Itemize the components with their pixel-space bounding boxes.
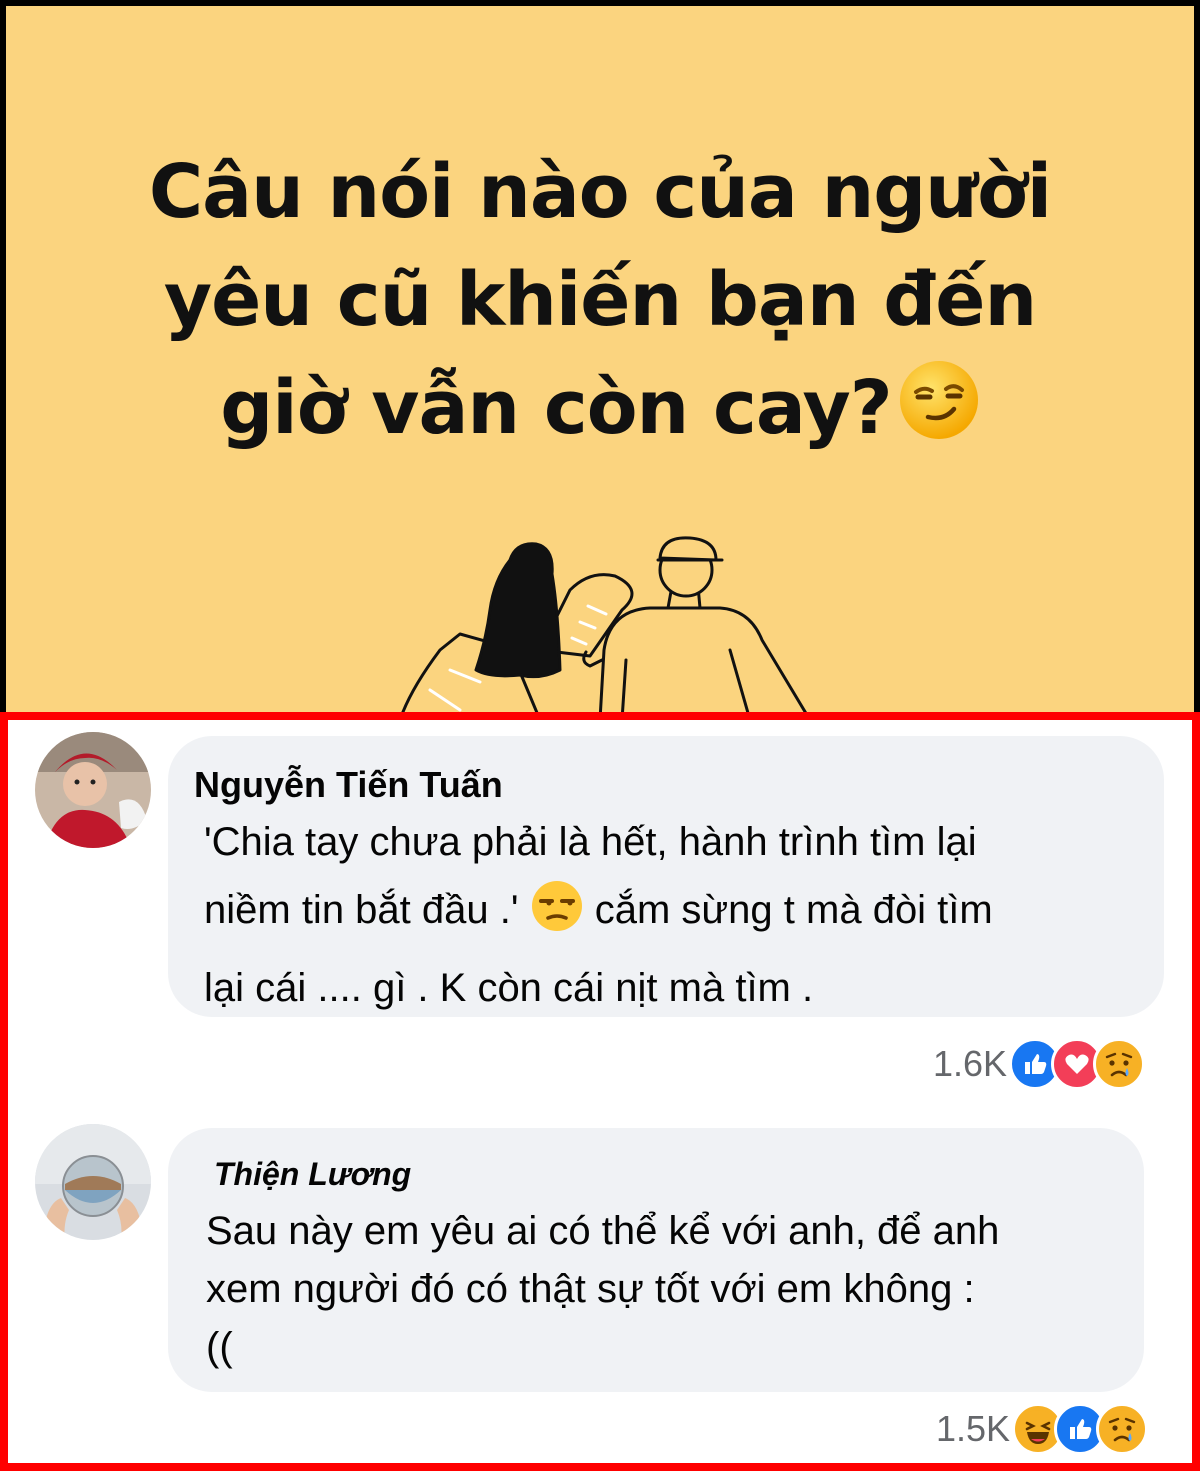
unamused-emoji-icon bbox=[530, 879, 584, 954]
comment-text-line: niềm tin bắt đầu .' cắm sừng t mà đòi tì… bbox=[204, 876, 1154, 954]
comment-text: Sau này em yêu ai có thể kể với anh, để … bbox=[206, 1202, 1126, 1376]
reaction-count: 1.5K bbox=[936, 1408, 1011, 1449]
avatar[interactable] bbox=[35, 1124, 151, 1240]
smirk-emoji-icon bbox=[898, 359, 980, 470]
comment-text: 'Chia tay chưa phải là hết, hành trình t… bbox=[204, 808, 1154, 1022]
headline-line: Câu nói nào của người bbox=[148, 149, 1052, 235]
headline-line-last: giờ vẫn còn cay? bbox=[6, 354, 1194, 470]
sad-reaction-icon bbox=[1096, 1403, 1149, 1455]
comment-text-line: xem người đó có thật sự tốt với em không… bbox=[206, 1267, 975, 1311]
comment-bubble: Nguyễn Tiến Tuấn 'Chia tay chưa phải là … bbox=[168, 736, 1164, 1017]
reaction-summary[interactable]: 1.5K bbox=[936, 1403, 1149, 1455]
comment-author[interactable]: Thiện Lương bbox=[214, 1156, 411, 1193]
comments-highlight: Nguyễn Tiến Tuấn 'Chia tay chưa phải là … bbox=[0, 712, 1200, 1471]
headline-line: yêu cũ khiến bạn đến bbox=[163, 257, 1037, 343]
comment-text-line: Sau này em yêu ai có thể kể với anh, để … bbox=[206, 1209, 1000, 1253]
comment-text-line: (( bbox=[206, 1325, 233, 1369]
reaction-count: 1.6K bbox=[933, 1043, 1008, 1084]
post-headline: Câu nói nào của người yêu cũ khiến bạn đ… bbox=[6, 138, 1194, 470]
couple-illustration bbox=[401, 536, 807, 712]
post-image: Câu nói nào của người yêu cũ khiến bạn đ… bbox=[6, 6, 1194, 712]
comment-text-line: 'Chia tay chưa phải là hết, hành trình t… bbox=[204, 820, 977, 864]
comment-author[interactable]: Nguyễn Tiến Tuấn bbox=[194, 764, 503, 806]
avatar[interactable] bbox=[35, 732, 151, 848]
reaction-summary[interactable]: 1.6K bbox=[933, 1038, 1146, 1090]
comment-text-line: lại cái .... gì . K còn cái nịt mà tìm . bbox=[204, 966, 814, 1010]
sad-reaction-icon bbox=[1093, 1038, 1146, 1090]
comment-bubble: Thiện Lương Sau này em yêu ai có thể kể … bbox=[168, 1128, 1144, 1392]
